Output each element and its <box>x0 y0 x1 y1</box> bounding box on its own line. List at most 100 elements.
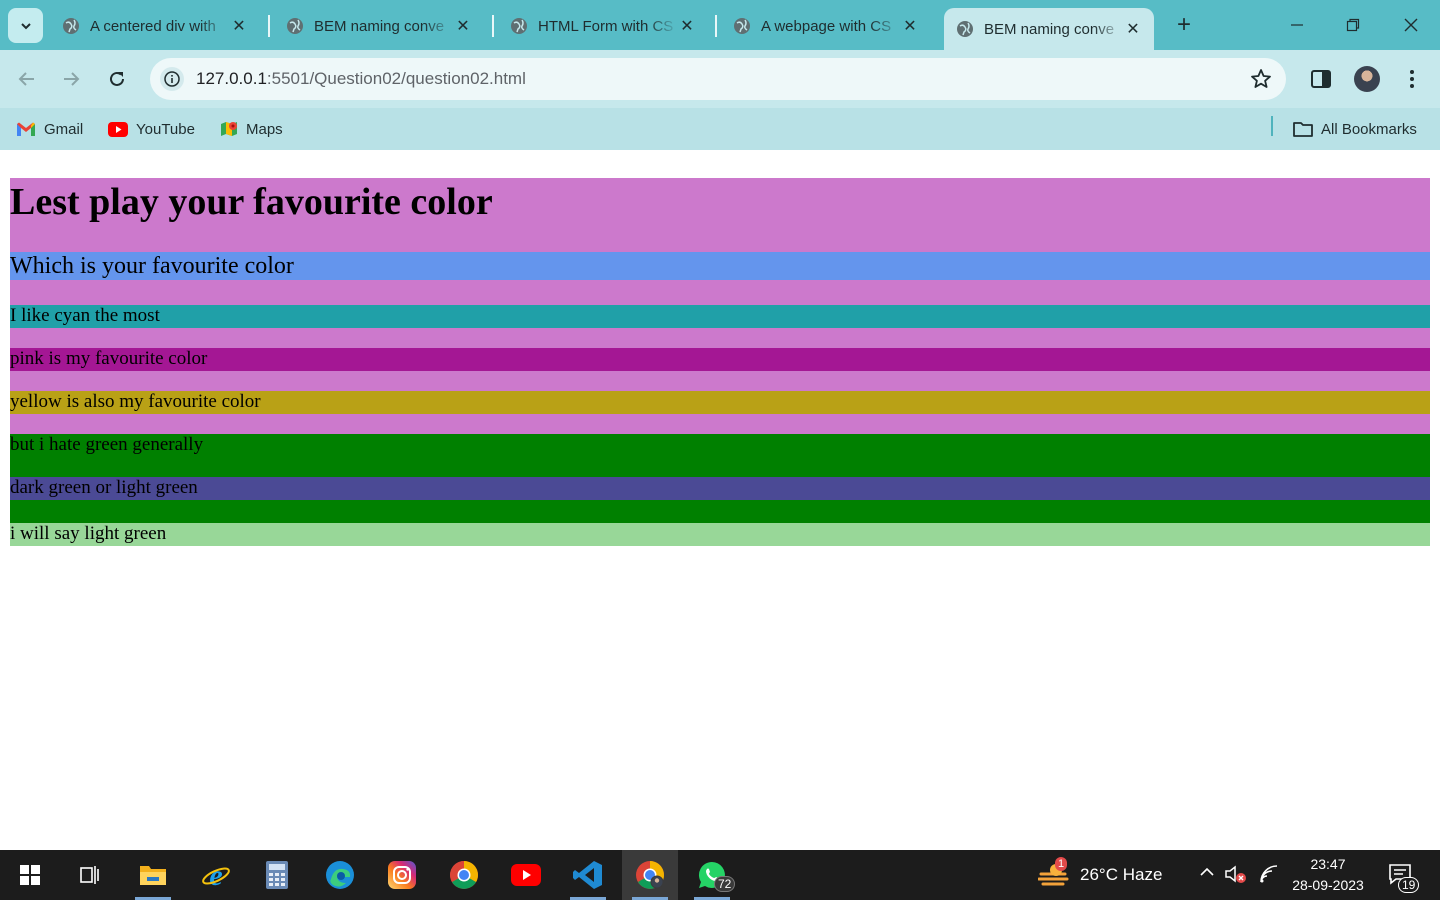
clock-time: 23:47 <box>1310 856 1346 872</box>
bookmark-youtube[interactable]: YouTube <box>108 117 195 141</box>
edge-icon <box>326 861 354 889</box>
notifications-button[interactable]: 19 <box>1388 863 1420 893</box>
task-view-icon <box>80 866 99 884</box>
internet-explorer-button[interactable]: e <box>188 850 244 900</box>
weather-text: 26°C Haze <box>1080 865 1163 884</box>
profile-avatar[interactable] <box>1354 66 1380 92</box>
youtube-button[interactable] <box>498 850 554 900</box>
taskbar: e 72 1 26°C Haze 23:47 28-09-2023 19 <box>0 850 1440 900</box>
back-button[interactable] <box>12 64 42 94</box>
green-container: but i hate green generally dark green or… <box>10 434 1430 546</box>
whatsapp-unread-badge: 72 <box>714 876 736 892</box>
color-container: Lest play your favourite color Which is … <box>10 178 1430 546</box>
globe-icon <box>957 21 973 37</box>
address-bar[interactable]: 127.0.0.1:5501/Question02/question02.htm… <box>150 58 1286 100</box>
chrome-profile-button[interactable] <box>622 850 678 900</box>
whatsapp-button[interactable]: 72 <box>684 850 740 900</box>
bookmark-label: Gmail <box>44 120 84 138</box>
tab-1[interactable]: BEM naming conve ✕ <box>274 8 484 44</box>
reload-icon <box>110 71 124 86</box>
chrome-button[interactable] <box>436 850 492 900</box>
browser-toolbar: 127.0.0.1:5501/Question02/question02.htm… <box>0 50 1440 108</box>
globe-icon <box>287 18 303 34</box>
pink-paragraph: pink is my favourite color <box>10 348 1430 371</box>
close-icon[interactable]: ✕ <box>901 16 919 36</box>
close-icon[interactable]: ✕ <box>678 16 696 36</box>
tab-divider <box>268 15 270 37</box>
edge-button[interactable] <box>312 850 368 900</box>
page-heading: Lest play your favourite color <box>10 181 493 223</box>
weather-alert-badge: 1 <box>1055 857 1068 871</box>
tab-0[interactable]: A centered div with ✕ <box>50 8 260 44</box>
site-info-icon[interactable] <box>160 67 184 91</box>
close-window-button[interactable] <box>1391 10 1431 40</box>
youtube-icon <box>108 121 128 137</box>
globe-icon <box>63 18 79 34</box>
bookmark-star-icon[interactable] <box>1250 68 1272 95</box>
close-icon <box>1404 18 1418 32</box>
bookmarks-bar: Gmail YouTube Maps All Bookmarks <box>0 108 1440 150</box>
all-bookmarks-button[interactable]: All Bookmarks <box>1293 117 1417 141</box>
file-explorer-button[interactable] <box>125 850 181 900</box>
web-page: Lest play your favourite color Which is … <box>0 150 1440 850</box>
clock-date: 28-09-2023 <box>1292 877 1364 893</box>
bookmark-label: YouTube <box>136 120 195 138</box>
url-text[interactable]: 127.0.0.1:5501/Question02/question02.htm… <box>196 69 526 89</box>
forward-button[interactable] <box>56 64 86 94</box>
light-green-paragraph: i will say light green <box>10 523 1430 546</box>
weather-widget[interactable]: 1 26°C Haze <box>1037 850 1163 900</box>
wifi-icon[interactable] <box>1258 863 1280 889</box>
weather-icon: 1 <box>1037 857 1070 890</box>
close-icon[interactable]: ✕ <box>454 16 472 36</box>
tab-divider <box>492 15 494 37</box>
tab-3[interactable]: A webpage with CS ✕ <box>721 8 931 44</box>
youtube-icon <box>511 864 541 886</box>
system-clock[interactable]: 23:47 28-09-2023 <box>1286 854 1370 896</box>
bookmark-maps[interactable]: Maps <box>220 117 283 141</box>
tab-search-button[interactable] <box>8 8 43 43</box>
windows-logo-icon <box>20 865 40 885</box>
notification-count-badge: 19 <box>1398 877 1420 893</box>
calculator-button[interactable] <box>249 850 305 900</box>
tab-title: A centered div with <box>90 17 216 35</box>
chevron-down-icon <box>20 22 31 29</box>
svg-text:e: e <box>209 860 222 890</box>
cyan-paragraph: I like cyan the most <box>10 305 1430 328</box>
instagram-button[interactable] <box>374 850 430 900</box>
minimize-button[interactable] <box>1277 10 1317 40</box>
tray-chevron-up-icon[interactable] <box>1198 863 1216 885</box>
dark-green-paragraph: dark green or light green <box>10 477 1430 500</box>
minimize-icon <box>1291 24 1303 26</box>
tab-4-active[interactable]: BEM naming conve ✕ <box>944 8 1154 50</box>
internet-explorer-icon: e <box>202 860 230 890</box>
tab-title: BEM naming conve <box>314 17 445 35</box>
tab-divider <box>715 15 717 37</box>
green-paragraph: but i hate green generally <box>10 434 204 455</box>
vscode-button[interactable] <box>560 850 616 900</box>
close-icon[interactable]: ✕ <box>230 16 248 36</box>
arrow-right-icon <box>64 72 80 86</box>
windows-start-button[interactable] <box>2 850 58 900</box>
close-icon[interactable]: ✕ <box>1124 19 1142 39</box>
url-host: 127.0.0.1 <box>196 69 267 88</box>
volume-muted-icon[interactable] <box>1224 863 1248 889</box>
restore-icon <box>1346 18 1360 32</box>
reload-button[interactable] <box>102 64 132 94</box>
restore-button[interactable] <box>1333 10 1373 40</box>
chrome-icon <box>450 861 478 889</box>
menu-kebab-icon[interactable] <box>1402 66 1422 92</box>
bookmarks-divider <box>1271 116 1273 136</box>
tab-strip: A centered div with ✕ BEM naming conve ✕… <box>0 0 1440 50</box>
arrow-left-icon <box>18 72 34 86</box>
task-view-button[interactable] <box>62 850 118 900</box>
instagram-icon <box>388 861 416 889</box>
side-panel-icon[interactable] <box>1310 68 1332 95</box>
maps-icon <box>221 122 237 136</box>
tab-2[interactable]: HTML Form with CS ✕ <box>498 8 708 44</box>
tab-title: BEM naming conve <box>984 20 1115 38</box>
tab-title: A webpage with CS <box>761 17 892 35</box>
new-tab-button[interactable]: + <box>1170 11 1198 39</box>
chrome-icon <box>636 861 664 889</box>
bookmark-label: Maps <box>246 120 283 138</box>
bookmark-gmail[interactable]: Gmail <box>16 117 83 141</box>
